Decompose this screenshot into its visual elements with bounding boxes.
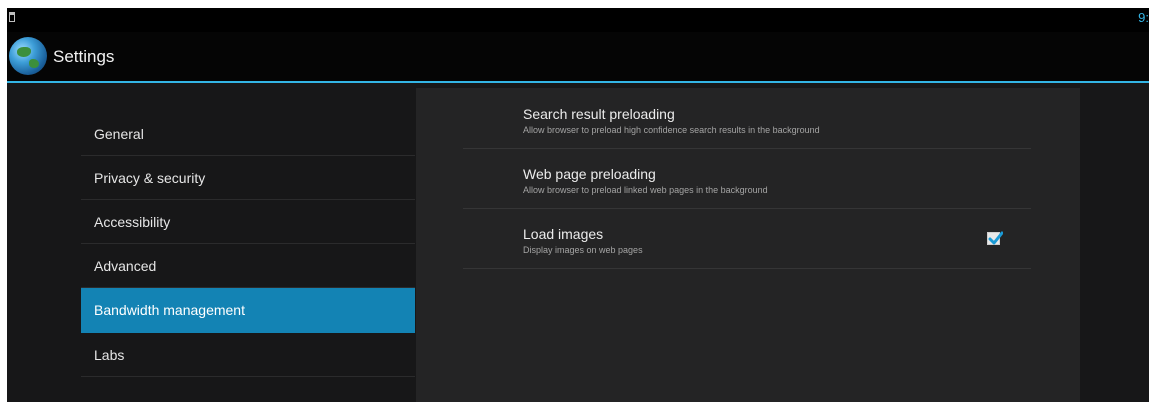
action-bar: Settings: [7, 32, 1149, 83]
pref-summary: Allow browser to preload high confidence…: [523, 125, 820, 135]
page-title: Settings: [53, 47, 115, 66]
pref-title: Search result preloading: [523, 106, 675, 122]
sidebar-item-bandwidth-management[interactable]: Bandwidth management: [81, 288, 415, 333]
load-images-checkbox[interactable]: [987, 231, 1003, 245]
settings-sidebar: General Privacy & security Accessibility…: [81, 112, 415, 377]
sidebar-item-accessibility[interactable]: Accessibility: [81, 200, 415, 244]
settings-screen: 9: Settings General Privacy & security A…: [7, 8, 1149, 402]
sidebar-item-label: Advanced: [94, 258, 157, 274]
sidebar-item-advanced[interactable]: Advanced: [81, 244, 415, 288]
sidebar-item-label: General: [94, 126, 144, 142]
sidebar-item-label: Privacy & security: [94, 170, 206, 186]
check-icon: [988, 231, 1003, 245]
pref-summary: Allow browser to preload linked web page…: [523, 185, 768, 195]
globe-icon[interactable]: [9, 37, 47, 75]
sidebar-item-label: Accessibility: [94, 214, 171, 230]
pref-load-images[interactable]: Load images Display images on web pages: [463, 210, 1031, 269]
sidebar-item-general[interactable]: General: [81, 112, 415, 156]
sidebar-item-label: Labs: [94, 347, 125, 363]
sidebar-item-label: Bandwidth management: [94, 302, 245, 318]
notification-icon: [9, 12, 15, 22]
status-time: 9:: [1138, 10, 1149, 25]
preferences-panel: Search result preloading Allow browser t…: [416, 88, 1080, 402]
sidebar-item-labs[interactable]: Labs: [81, 333, 415, 377]
sidebar-item-privacy-security[interactable]: Privacy & security: [81, 156, 415, 200]
status-bar: 9:: [7, 8, 1149, 32]
pref-web-page-preloading[interactable]: Web page preloading Allow browser to pre…: [463, 150, 1031, 209]
pref-title: Load images: [523, 226, 604, 242]
pref-search-result-preloading[interactable]: Search result preloading Allow browser t…: [463, 90, 1031, 149]
pref-title: Web page preloading: [523, 166, 656, 182]
pref-summary: Display images on web pages: [523, 245, 643, 255]
